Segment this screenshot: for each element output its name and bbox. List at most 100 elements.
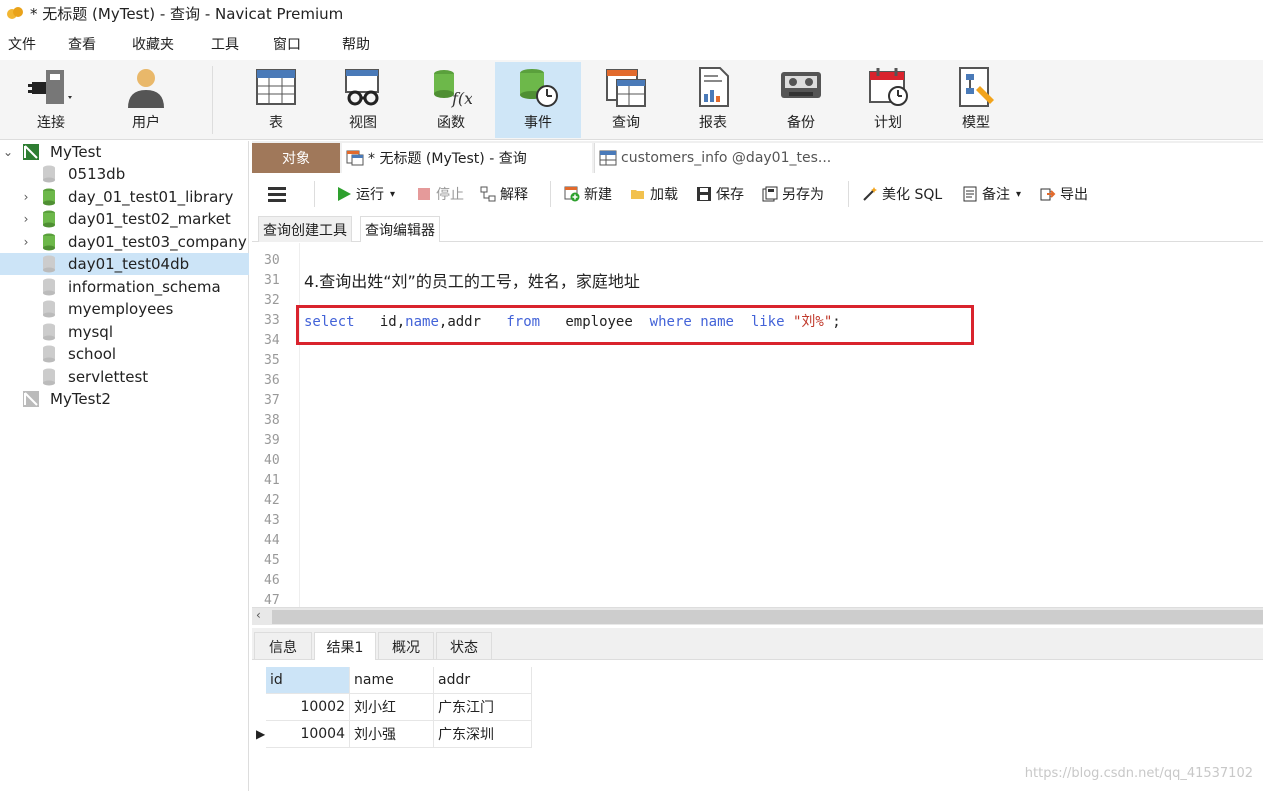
scrollbar-thumb[interactable]: [272, 610, 1263, 624]
tree-item-db[interactable]: school: [0, 343, 249, 365]
query-tab-icon: [346, 150, 364, 166]
query-toolbar: 运行 ▾ 停止 解释 新建 加载 保存 另存为 美化 SQL 备注 ▾ 导出: [252, 174, 1263, 214]
toolbar-function-button[interactable]: f(x) 函数: [408, 62, 494, 138]
editor-horizontal-scrollbar[interactable]: ‹: [252, 607, 1263, 625]
chevron-down-icon[interactable]: ⌄: [2, 145, 14, 159]
tab-result1[interactable]: 结果1: [314, 632, 376, 660]
result-tabs: 信息 结果1 概况 状态: [252, 628, 1263, 660]
main-toolbar: 连接 用户 表 视图 f(函数 事件 查询 报表 备份 计划 模型: [0, 60, 1263, 140]
table-cell[interactable]: 广东深圳: [434, 721, 532, 748]
table-cell[interactable]: 刘小强: [350, 721, 434, 748]
dropdown-arrow-icon[interactable]: ▾: [390, 189, 395, 200]
load-button[interactable]: 加载: [630, 182, 678, 206]
tab-customers-info[interactable]: customers_info @day01_tes...: [594, 143, 1263, 173]
beautify-sql-button[interactable]: 美化 SQL: [862, 182, 942, 206]
tree-item-db[interactable]: servlettest: [0, 366, 249, 388]
line-number: 30: [264, 253, 280, 268]
tab-info[interactable]: 信息: [254, 632, 312, 660]
document-tabs: 对象 * 无标题 (MyTest) - 查询 customers_info @d…: [252, 141, 1263, 173]
menu-favorites[interactable]: 收藏夹: [124, 34, 174, 54]
tree-item-db[interactable]: › day01_test03_company: [0, 231, 249, 253]
chevron-right-icon[interactable]: ›: [20, 212, 32, 226]
tab-query[interactable]: * 无标题 (MyTest) - 查询: [342, 143, 592, 173]
dropdown-arrow-icon[interactable]: ▾: [1016, 189, 1021, 200]
menu-file[interactable]: 文件: [0, 34, 36, 54]
database-icon: [43, 323, 55, 341]
comment-button[interactable]: 备注 ▾: [962, 182, 1021, 206]
column-header-id[interactable]: id: [266, 667, 350, 694]
run-button[interactable]: 运行 ▾: [336, 182, 395, 206]
toolbar-query-label: 查询: [612, 115, 640, 131]
database-icon: [43, 345, 55, 363]
view-icon: [345, 69, 379, 106]
tab-overview[interactable]: 概况: [378, 632, 434, 660]
menu-view[interactable]: 查看: [60, 34, 96, 54]
tab-query-editor[interactable]: 查询编辑器: [360, 216, 440, 242]
tree-item-mytest[interactable]: ⌄ MyTest: [0, 141, 249, 163]
database-open-icon: [43, 188, 55, 206]
explain-icon: [480, 186, 496, 202]
tab-objects[interactable]: 对象: [252, 143, 340, 173]
stop-button[interactable]: 停止: [416, 182, 464, 206]
toolbar-connect-button[interactable]: 连接: [8, 62, 94, 138]
table-cell[interactable]: 刘小红: [350, 694, 434, 721]
mysql-connection-icon: [23, 144, 39, 160]
table-cell[interactable]: 广东江门: [434, 694, 532, 721]
tree-item-db[interactable]: myemployees: [0, 298, 249, 320]
table-cell[interactable]: 10002: [266, 694, 350, 721]
sql-comment-line: 4.查询出姓“刘”的员工的工号，姓名，家庭地址: [304, 272, 640, 291]
line-number: 45: [264, 553, 280, 568]
save-as-button[interactable]: 另存为: [762, 182, 824, 206]
toolbar-report-label: 报表: [699, 115, 727, 131]
toolbar-event-label: 事件: [524, 115, 552, 131]
explain-button[interactable]: 解释: [480, 182, 528, 206]
toolbar-report-button[interactable]: 报表: [670, 62, 756, 138]
tree-item-db[interactable]: › day_01_test01_library: [0, 186, 249, 208]
toolbar-event-button[interactable]: 事件: [495, 62, 581, 138]
scroll-left-icon[interactable]: ‹: [256, 608, 261, 622]
tree-item-mytest2[interactable]: MyTest2: [0, 388, 249, 410]
query-icon: [606, 69, 646, 107]
toolbar-schedule-label: 计划: [874, 115, 902, 131]
new-button[interactable]: 新建: [564, 182, 612, 206]
table-cell[interactable]: 10004: [266, 721, 350, 748]
comment-icon: [963, 186, 977, 202]
toolbar-user-label: 用户: [132, 115, 160, 131]
tree-item-db-selected[interactable]: day01_test04db: [0, 253, 249, 275]
line-number: 36: [264, 373, 280, 388]
toolbar-backup-button[interactable]: 备份: [758, 62, 844, 138]
tree-item-db[interactable]: 0513db: [0, 163, 249, 185]
tab-query-builder[interactable]: 查询创建工具: [258, 216, 352, 242]
line-number: 42: [264, 493, 280, 508]
toolbar-divider: [848, 181, 849, 207]
toolbar-user-button[interactable]: 用户: [103, 62, 189, 138]
line-number: 39: [264, 433, 280, 448]
menu-window[interactable]: 窗口: [265, 34, 301, 54]
toolbar-table-button[interactable]: 表: [233, 62, 319, 138]
stop-icon: [418, 188, 430, 200]
sql-editor[interactable]: 30 31 32 33 34 35 36 37 38 39 40 41 42 4…: [252, 243, 1263, 608]
column-header-name[interactable]: name: [350, 667, 434, 694]
tree-item-db[interactable]: information_schema: [0, 276, 249, 298]
chevron-right-icon[interactable]: ›: [20, 235, 32, 249]
column-header-addr[interactable]: addr: [434, 667, 532, 694]
editor-mode-tabs: 查询创建工具 查询编辑器: [252, 212, 1263, 242]
toolbar-connect-label: 连接: [37, 115, 65, 131]
save-button[interactable]: 保存: [696, 182, 744, 206]
tree-item-db[interactable]: mysql: [0, 321, 249, 343]
menu-help[interactable]: 帮助: [334, 34, 370, 54]
menu-tools[interactable]: 工具: [203, 34, 239, 54]
tree-item-db[interactable]: › day01_test02_market: [0, 208, 249, 230]
chevron-right-icon[interactable]: ›: [20, 190, 32, 204]
export-button[interactable]: 导出: [1040, 182, 1088, 206]
toolbar-query-button[interactable]: 查询: [583, 62, 669, 138]
toolbar-schedule-button[interactable]: 计划: [845, 62, 931, 138]
hamburger-menu-icon[interactable]: [268, 182, 286, 206]
toolbar-model-button[interactable]: 模型: [933, 62, 1019, 138]
line-number: 47: [264, 593, 280, 608]
toolbar-view-button[interactable]: 视图: [320, 62, 406, 138]
window-title: * 无标题 (MyTest) - 查询 - Navicat Premium: [30, 4, 344, 23]
menu-bar: 文件 查看 收藏夹 工具 窗口 帮助: [0, 30, 1263, 58]
tab-status[interactable]: 状态: [436, 632, 492, 660]
export-icon: [1040, 188, 1056, 201]
